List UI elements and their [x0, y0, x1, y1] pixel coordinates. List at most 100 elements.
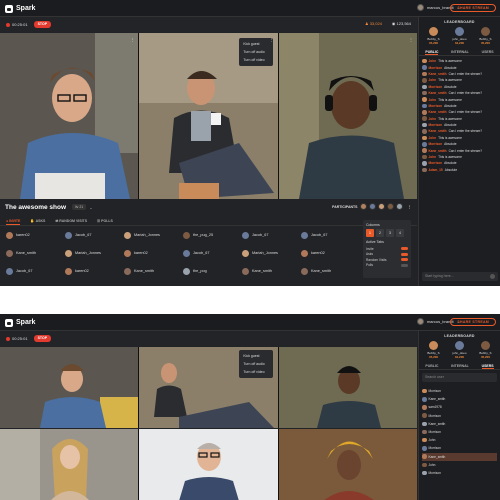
- user-list-item[interactable]: Morrison: [422, 444, 497, 452]
- guest-item[interactable]: Jacob_67: [301, 230, 360, 240]
- user-list-item[interactable]: Morrison: [422, 428, 497, 436]
- guest-item[interactable]: Kane_smith: [242, 266, 301, 276]
- stop-button[interactable]: STOP: [33, 21, 52, 28]
- chat-user[interactable]: Morrison: [429, 85, 443, 89]
- guest-item[interactable]: the_pug_25: [183, 230, 242, 240]
- guest-item[interactable]: karen02: [65, 266, 124, 276]
- column-option-3[interactable]: 3: [386, 229, 394, 237]
- app-logo[interactable]: Spark: [5, 4, 35, 13]
- column-option-4[interactable]: 4: [396, 229, 404, 237]
- user-list-item[interactable]: John: [422, 436, 497, 444]
- guest-item[interactable]: Mariah_Jonnes: [242, 248, 301, 258]
- tab-invite[interactable]: ● INVITE: [6, 216, 21, 225]
- video-tile-6[interactable]: [278, 429, 417, 500]
- guest-item[interactable]: Kane_smith: [124, 266, 183, 276]
- more-vertical-icon[interactable]: ⋮: [270, 37, 274, 42]
- column-option-1[interactable]: 1: [366, 229, 374, 237]
- tab-internal[interactable]: INTERNAL: [451, 48, 469, 55]
- leader-item[interactable]: Bobby_S 45,200: [427, 27, 440, 45]
- column-option-2[interactable]: 2: [376, 229, 384, 237]
- participants-strip[interactable]: PARTICIPANTS ⋮: [332, 203, 411, 210]
- app-logo[interactable]: Spark: [5, 318, 35, 327]
- search-input[interactable]: Search user: [422, 373, 497, 382]
- leader-item[interactable]: Bobby_S 45,200: [479, 341, 492, 359]
- chat-user[interactable]: Kane_smith: [429, 129, 447, 133]
- video-tile-2[interactable]: Kick guest Turn off audio Turn off video…: [139, 33, 279, 199]
- tab-public[interactable]: PUBLIC: [425, 48, 439, 55]
- guest-item[interactable]: Jacob_67: [6, 266, 65, 276]
- chat-input[interactable]: Start typing here...: [422, 272, 498, 281]
- chat-user[interactable]: Morrison: [429, 66, 443, 70]
- turn-off-video-item[interactable]: Turn off video: [239, 368, 273, 376]
- video-tile-1[interactable]: ⋮: [0, 33, 140, 199]
- chat-user[interactable]: Kane_smith: [429, 91, 447, 95]
- guest-item[interactable]: Jacob_67: [65, 230, 124, 240]
- tab-users[interactable]: USERS: [482, 48, 494, 55]
- chat-user[interactable]: Kane_smith: [429, 110, 447, 114]
- chat-user[interactable]: John: [429, 59, 437, 63]
- chat-user[interactable]: John: [429, 155, 437, 159]
- user-list-item[interactable]: John: [422, 461, 497, 469]
- chat-user[interactable]: Adam_15: [429, 168, 443, 172]
- tab-asks[interactable]: ✋ ASKS: [30, 216, 45, 225]
- kick-guest-item[interactable]: Kick guest: [239, 40, 273, 48]
- guest-item[interactable]: the_pog: [183, 266, 242, 276]
- chat-user[interactable]: Kane_smith: [429, 149, 447, 153]
- chat-user[interactable]: Morrison: [429, 123, 443, 127]
- user-list-item[interactable]: Kane_smith: [422, 420, 497, 428]
- user-list-item[interactable]: Morrison: [422, 469, 497, 477]
- user-list-item[interactable]: Kane_smith: [422, 452, 497, 461]
- guest-item[interactable]: karen02: [6, 230, 65, 240]
- chevron-down-icon[interactable]: ⌄: [89, 205, 92, 210]
- turn-off-audio-item[interactable]: Turn off audio: [239, 360, 273, 368]
- random-visits-toggle[interactable]: [401, 258, 408, 262]
- guest-item[interactable]: Jacob_67: [183, 248, 242, 258]
- leader-item[interactable]: john_doeo 34,200: [452, 341, 466, 359]
- tab-polls[interactable]: ☰ POLLS: [97, 216, 113, 225]
- more-vertical-icon[interactable]: ⋮: [130, 37, 134, 42]
- chat-user[interactable]: John: [429, 98, 437, 102]
- polls-toggle[interactable]: [401, 263, 408, 267]
- kick-guest-item[interactable]: Kick guest: [239, 352, 273, 360]
- turn-off-audio-item[interactable]: Turn off audio: [239, 48, 273, 56]
- asks-toggle[interactable]: [401, 252, 408, 256]
- user-list-item[interactable]: Kane_smith: [422, 395, 497, 403]
- chat-user[interactable]: Kane_smith: [429, 72, 447, 76]
- guest-item[interactable]: Mariah_Jonnes: [65, 248, 124, 258]
- guest-item[interactable]: Mariah_Jonnes: [124, 230, 183, 240]
- share-stream-button[interactable]: SHARE STREAM: [450, 4, 496, 12]
- leader-item[interactable]: Bobby_S 45,200: [427, 341, 440, 359]
- guest-item[interactable]: Jacob_67: [242, 230, 301, 240]
- chat-user[interactable]: Morrison: [429, 161, 443, 165]
- user-list-item[interactable]: sam1978: [422, 403, 497, 411]
- chat-user[interactable]: John: [429, 117, 437, 121]
- video-tile-3[interactable]: [278, 347, 417, 428]
- stop-button[interactable]: STOP: [33, 335, 52, 342]
- video-tile-1[interactable]: [0, 347, 140, 428]
- more-vertical-icon[interactable]: ⋮: [409, 37, 413, 42]
- invite-toggle[interactable]: [401, 247, 408, 251]
- guest-item[interactable]: karen02: [124, 248, 183, 258]
- chat-user[interactable]: John: [429, 78, 437, 82]
- tab-random-visits[interactable]: ⇄ RANDOM VISITS: [55, 216, 87, 225]
- chat-user[interactable]: John: [429, 136, 437, 140]
- user-list-item[interactable]: Morrison: [422, 387, 497, 395]
- share-stream-button[interactable]: SHARE STREAM: [450, 318, 496, 326]
- chat-user[interactable]: Morrison: [429, 104, 443, 108]
- video-tile-2[interactable]: Kick guest Turn off audio Turn off video: [139, 347, 279, 428]
- turn-off-video-item[interactable]: Turn off video: [239, 56, 273, 64]
- leader-item[interactable]: john_doeo 34,200: [452, 27, 466, 45]
- tab-public[interactable]: PUBLIC: [425, 362, 438, 369]
- send-icon[interactable]: [490, 274, 495, 279]
- more-vertical-icon[interactable]: ⋮: [408, 205, 412, 209]
- guest-item[interactable]: Kane_smith: [6, 248, 65, 258]
- tab-users[interactable]: USERS: [481, 362, 494, 369]
- chat-user[interactable]: Morrison: [429, 142, 443, 146]
- tab-internal[interactable]: INTERNAL: [451, 362, 469, 369]
- guest-item[interactable]: Kane_smith: [301, 266, 360, 276]
- guest-item[interactable]: karen02: [301, 248, 360, 258]
- leader-item[interactable]: Bobby_S 45,200: [479, 27, 492, 45]
- video-tile-4[interactable]: [0, 429, 140, 500]
- user-list-item[interactable]: Morrison: [422, 412, 497, 420]
- video-tile-5[interactable]: [139, 429, 279, 500]
